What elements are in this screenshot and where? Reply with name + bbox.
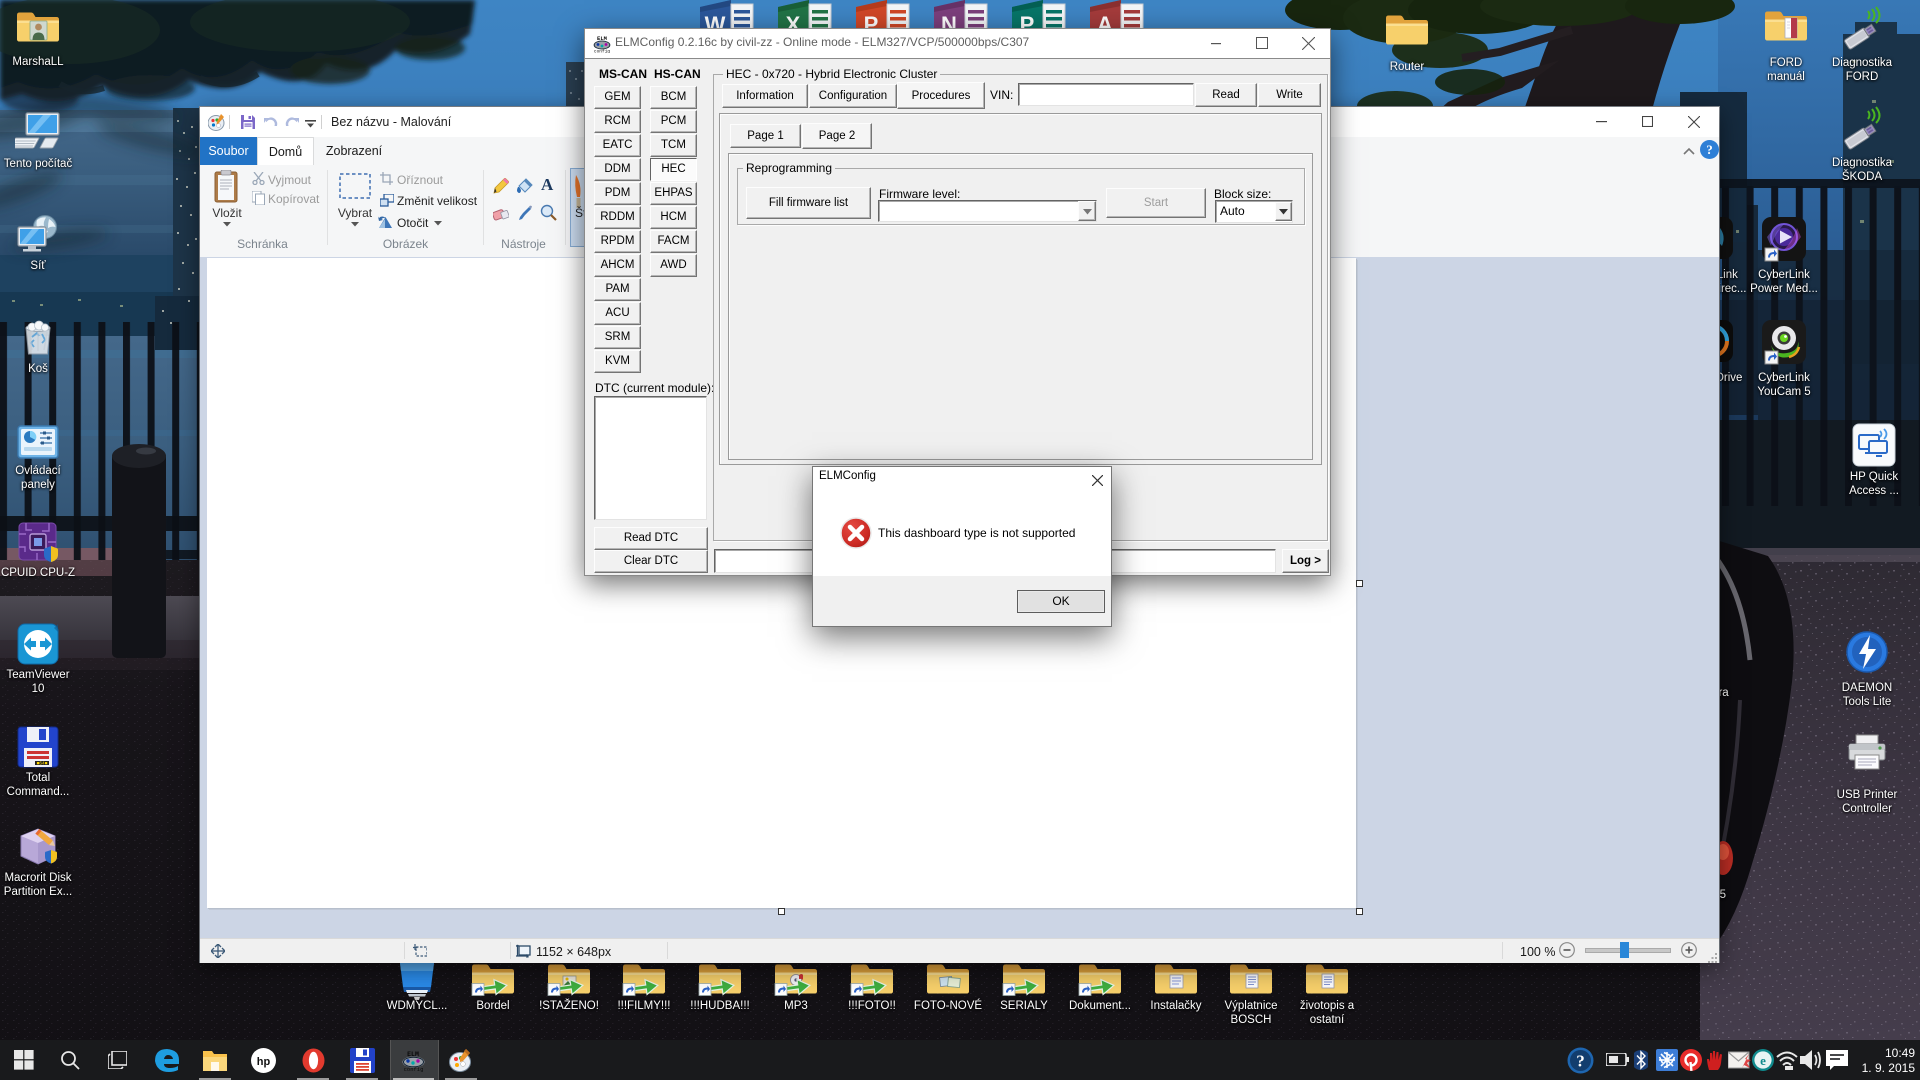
svg-text:e: e — [1760, 1053, 1766, 1068]
svg-text:?: ? — [1706, 142, 1713, 157]
svg-text:■64■: ■64■ — [37, 761, 48, 767]
svg-text:config: config — [404, 1066, 424, 1072]
svg-text:config: config — [594, 49, 611, 54]
svg-text:?: ? — [1576, 1052, 1585, 1071]
svg-text:hp: hp — [257, 1056, 271, 1068]
